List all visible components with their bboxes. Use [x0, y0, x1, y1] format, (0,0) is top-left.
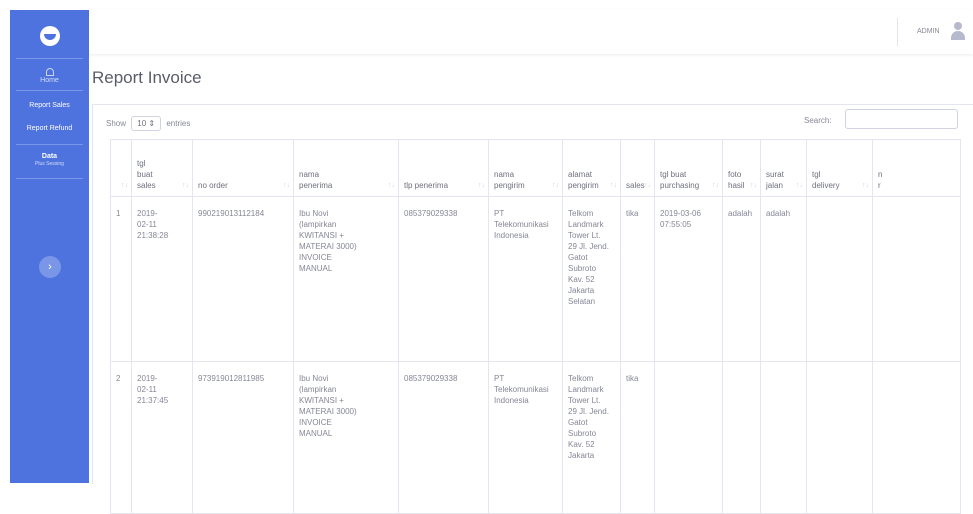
table-cell — [722, 361, 761, 514]
table-cell: 973919012811985 — [192, 361, 294, 514]
invoice-table: ↑↓ tgl buat sales ↑↓ no order ↑↓ nama pene… — [110, 139, 961, 514]
search-label: Search: — [804, 116, 832, 125]
table-cell — [806, 196, 873, 362]
sort-icon: ↑↓ — [388, 182, 395, 189]
column-header[interactable]: surat jalan ↑↓ — [760, 139, 807, 197]
sort-icon: ↑↓ — [750, 182, 757, 189]
table-cell: 085379029338 — [398, 196, 489, 362]
table-cell — [872, 361, 961, 514]
sort-icon: ↑↓ — [796, 182, 803, 189]
table-cell: Ibu Novi (lampirkan KWITANSI + MATERAI 3… — [293, 361, 399, 514]
sidebar-item-label: Report Sales — [29, 102, 70, 109]
show-label: Show — [106, 119, 127, 128]
column-header[interactable]: foto hasil ↑↓ — [722, 139, 761, 197]
sidebar-item-home[interactable]: Home — [10, 68, 89, 84]
table-cell — [654, 361, 723, 514]
column-header[interactable]: tgl delivery ↑↓ — [806, 139, 873, 197]
table-cell — [760, 361, 807, 514]
sort-icon: ↑↓ — [862, 182, 869, 189]
sidebar-divider — [16, 178, 83, 179]
sidebar-item-label: Data — [41, 153, 58, 160]
sort-icon: ↑↓ — [283, 182, 290, 189]
table-row: 2 2019- 02-11 21:37:45 973919012811985 I… — [110, 361, 961, 514]
sidebar-item-data-sub[interactable]: Plus Sessing — [10, 161, 89, 167]
column-header[interactable]: sales ↑↓ — [620, 139, 655, 197]
sort-icon: ↑↓ — [644, 182, 651, 189]
sidebar: Home Report Sales Report Refund Data Plu… — [10, 10, 89, 483]
sidebar-item-label: Report Refund — [26, 125, 73, 132]
table-cell: tika — [620, 361, 655, 514]
table-cell: 1 — [110, 196, 132, 362]
table-cell — [872, 196, 961, 362]
table-cell: adalah — [760, 196, 807, 362]
table-cell: PT Telekomunikasi Indonesia — [488, 361, 563, 514]
table-cell: adalah — [722, 196, 761, 362]
table-cell — [806, 361, 873, 514]
column-header[interactable]: nama pengirim ↑↓ — [488, 139, 563, 197]
user-icon[interactable] — [951, 22, 965, 40]
topbar: ADMIN — [89, 10, 973, 54]
sidebar-toggle-button[interactable]: › — [39, 256, 61, 278]
table-cell: 2019- 02-11 21:38:28 — [131, 196, 193, 362]
entries-value: 10 — [137, 119, 147, 128]
user-name[interactable]: ADMIN — [917, 28, 940, 35]
table-cell: 2019-03-06 07:55:05 — [654, 196, 723, 362]
table-cell: PT Telekomunikasi Indonesia — [488, 196, 563, 362]
home-icon — [45, 68, 54, 76]
topbar-divider — [897, 18, 898, 46]
logo-icon[interactable] — [40, 26, 60, 46]
table-cell: Telkom Landmark Tower Lt. 29 Jl. Jend. G… — [562, 196, 621, 362]
report-card: Show 10 ⇕ entries Search: ↑↓ tgl buat sa… — [92, 104, 973, 514]
sort-icon: ↑↓ — [478, 182, 485, 189]
column-header[interactable]: alamat pengirim ↑↓ — [562, 139, 621, 197]
app-window: Home Report Sales Report Refund Data Plu… — [0, 0, 973, 514]
sidebar-divider — [16, 90, 83, 91]
table-cell: 2019- 02-11 21:37:45 — [131, 361, 193, 514]
sort-icon: ↑↓ — [182, 182, 189, 189]
select-arrows-icon: ⇕ — [148, 119, 156, 128]
table-cell: Telkom Landmark Tower Lt. 29 Jl. Jend. G… — [562, 361, 621, 514]
column-header[interactable]: ↑↓ — [110, 139, 132, 197]
table-cell: Ibu Novi (lampirkan KWITANSI + MATERAI 3… — [293, 196, 399, 362]
sort-icon: ↑↓ — [712, 182, 719, 189]
page-title: Report Invoice — [92, 68, 202, 87]
chevron-right-icon: › — [48, 261, 52, 273]
sidebar-item-report-sales[interactable]: Report Sales — [10, 102, 89, 109]
sort-icon: ↑↓ — [610, 182, 617, 189]
table-row: 1 2019- 02-11 21:38:28 990219013112184 I… — [110, 196, 961, 362]
entries-label: entries — [166, 119, 191, 128]
table-cell: tika — [620, 196, 655, 362]
sidebar-item-data[interactable]: Data — [10, 153, 89, 160]
entries-select[interactable]: 10 ⇕ — [131, 116, 162, 131]
column-header[interactable]: nama penerima ↑↓ — [293, 139, 399, 197]
sidebar-item-report-refund[interactable]: Report Refund — [10, 125, 89, 132]
column-header[interactable]: tlp penerima ↑↓ — [398, 139, 489, 197]
column-header[interactable]: tgl buat sales ↑↓ — [131, 139, 193, 197]
table-cell: 990219013112184 — [192, 196, 294, 362]
table-cell: 2 — [110, 361, 132, 514]
sidebar-divider — [16, 144, 83, 145]
sidebar-divider — [16, 58, 83, 59]
column-header[interactable]: no order ↑↓ — [192, 139, 294, 197]
sort-icon: ↑↓ — [552, 182, 559, 189]
column-header[interactable]: tgl buat purchasing ↑↓ — [654, 139, 723, 197]
entries-control: Show 10 ⇕ entries — [106, 116, 190, 131]
table-header-row: ↑↓ tgl buat sales ↑↓ no order ↑↓ nama pene… — [110, 139, 961, 197]
sort-icon: ↑↓ — [121, 182, 128, 189]
table-cell: 085379029338 — [398, 361, 489, 514]
sidebar-item-label: Plus Sessing — [35, 161, 64, 167]
sidebar-item-label: Home — [40, 77, 59, 84]
column-header[interactable]: n r — [872, 139, 961, 197]
search-input[interactable] — [845, 109, 958, 129]
